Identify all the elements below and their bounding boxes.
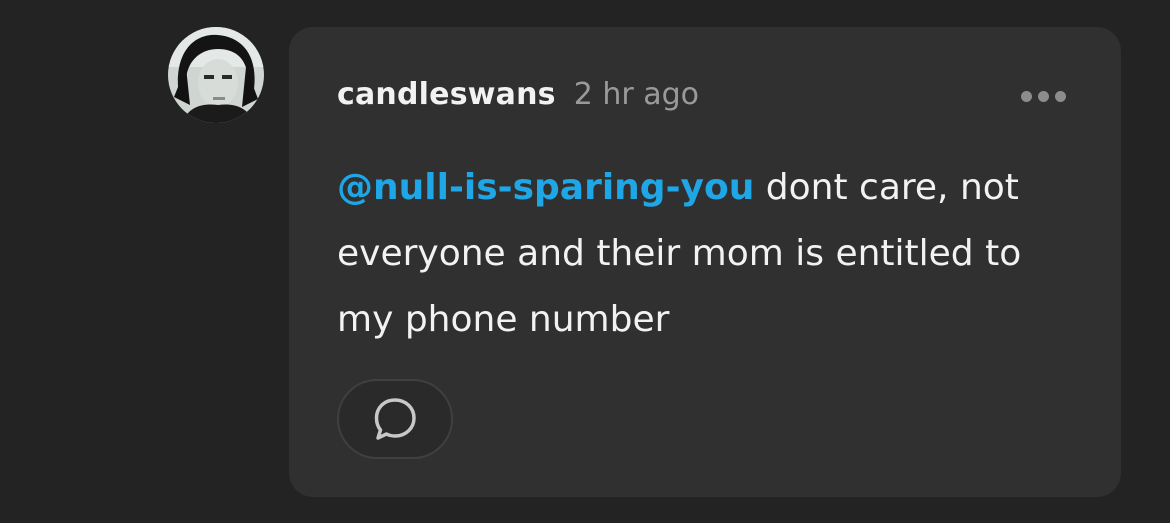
page: candleswans 2 hr ago @null-is-sparing-yo… [0,0,1170,523]
ellipsis-icon [1038,91,1049,102]
ellipsis-icon [1055,91,1066,102]
more-options-button[interactable] [1021,91,1066,102]
avatar-image [168,27,264,123]
comment-card: candleswans 2 hr ago @null-is-sparing-yo… [289,27,1121,497]
reply-button[interactable] [337,379,453,459]
comment-header: candleswans 2 hr ago [337,77,699,112]
mention-link[interactable]: @null-is-sparing-you [337,167,754,208]
speech-bubble-icon [374,398,416,440]
comment-timestamp: 2 hr ago [573,77,700,112]
comment-body: @null-is-sparing-you dont care, not ever… [337,155,1037,353]
ellipsis-icon [1021,91,1032,102]
avatar[interactable] [168,27,264,123]
author-name[interactable]: candleswans [337,77,556,112]
